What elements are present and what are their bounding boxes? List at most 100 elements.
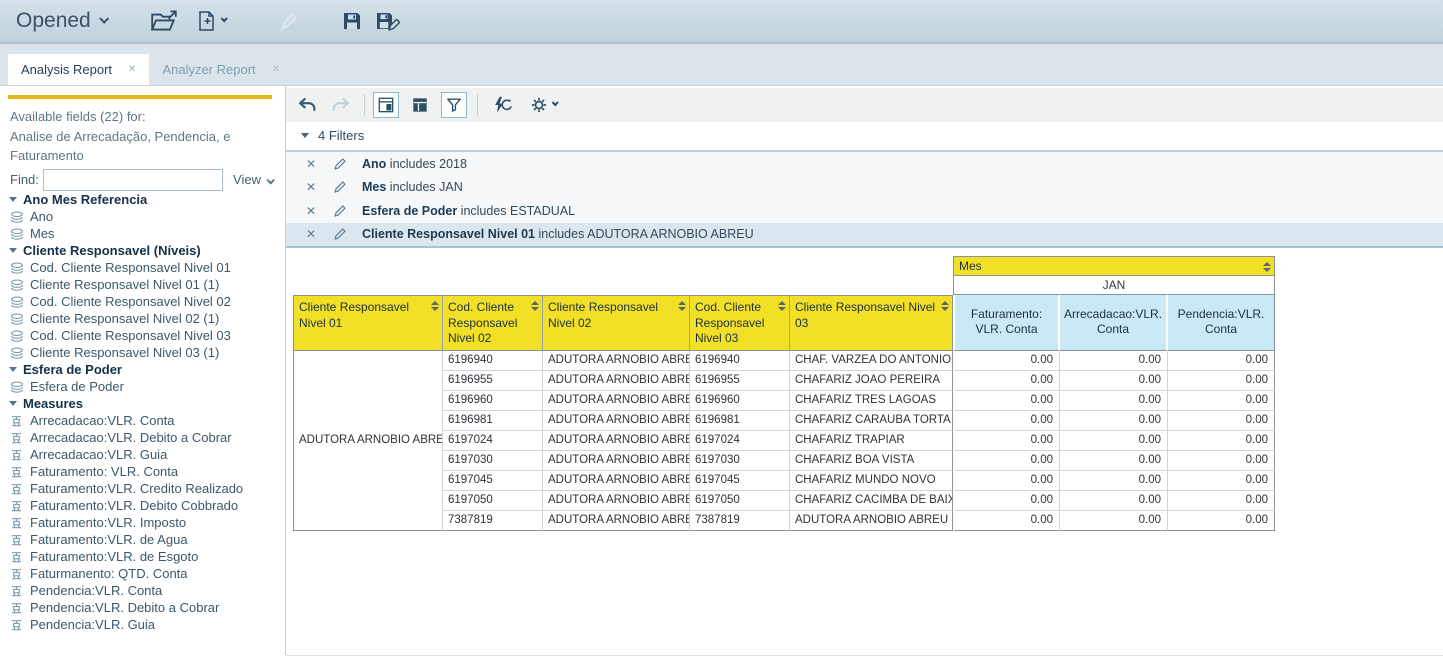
save-as-button[interactable] — [374, 7, 401, 35]
value-cell[interactable]: 0.00 — [1168, 351, 1275, 371]
show-layout-panel-button[interactable] — [407, 92, 433, 118]
member-cell[interactable]: ADUTORA ARNOBIO ABREU — [543, 471, 690, 491]
row-header-2[interactable]: Cliente Responsavel Nivel 02 — [543, 295, 690, 351]
member-cell[interactable]: 6196955 — [443, 371, 543, 391]
field-item[interactable]: Cliente Responsavel Nivel 01 (1) — [9, 276, 279, 293]
value-cell[interactable]: 0.00 — [953, 411, 1060, 431]
member-cell[interactable]: 6196955 — [690, 371, 790, 391]
field-item[interactable]: Esfera de Poder — [9, 378, 279, 395]
field-item[interactable]: Faturmanento: QTD. Conta — [9, 565, 279, 582]
field-item[interactable]: Cod. Cliente Responsavel Nivel 03 — [9, 327, 279, 344]
field-item[interactable]: Faturamento:VLR. Credito Realizado — [9, 480, 279, 497]
tab-analysis-report[interactable]: Analysis Report✕ — [8, 54, 149, 85]
column-member-cell[interactable]: JAN — [953, 276, 1275, 295]
filter-row[interactable]: ✕Ano includes 2018 — [286, 152, 1443, 176]
member-cell[interactable]: 6196940 — [443, 351, 543, 371]
column-dimension-header[interactable]: Mes — [953, 256, 1275, 276]
value-cell[interactable]: 0.00 — [953, 351, 1060, 371]
field-item[interactable]: Pendencia:VLR. Conta — [9, 582, 279, 599]
field-item[interactable]: Faturamento: VLR. Conta — [9, 463, 279, 480]
show-fields-panel-button[interactable] — [373, 92, 399, 118]
row-header-0[interactable]: Cliente Responsavel Nivel 01 — [293, 295, 443, 351]
value-cell[interactable]: 0.00 — [1060, 491, 1168, 511]
member-cell[interactable]: 6197045 — [690, 471, 790, 491]
field-item[interactable]: Faturamento:VLR. Imposto — [9, 514, 279, 531]
member-cell[interactable]: CHAFARIZ MUNDO NOVO — [790, 471, 953, 491]
sort-icon[interactable] — [941, 301, 949, 311]
member-cell[interactable]: CHAFARIZ CARAUBA TORTA — [790, 411, 953, 431]
value-cell[interactable]: 0.00 — [1168, 391, 1275, 411]
filter-row[interactable]: ✕Cliente Responsavel Nivel 01 includes A… — [286, 223, 1443, 247]
member-cell[interactable]: ADUTORA ARNOBIO ABREU — [543, 371, 690, 391]
field-item[interactable]: Arrecadacao:VLR. Guia — [9, 446, 279, 463]
value-cell[interactable]: 0.00 — [1168, 451, 1275, 471]
field-group-header[interactable]: Measures — [9, 395, 279, 412]
measure-header-1[interactable]: Arrecadacao:VLR. Conta — [1060, 295, 1168, 351]
edit-filter-icon[interactable] — [332, 156, 348, 172]
field-group-header[interactable]: Ano Mes Referencia — [9, 191, 279, 208]
member-cell[interactable]: CHAFARIZ TRES LAGOAS — [790, 391, 953, 411]
member-cell[interactable]: 7387819 — [443, 511, 543, 531]
measure-header-0[interactable]: Faturamento: VLR. Conta — [953, 295, 1060, 351]
remove-filter-icon[interactable]: ✕ — [306, 180, 320, 194]
field-item[interactable]: Arrecadacao:VLR. Debito a Cobrar — [9, 429, 279, 446]
edit-filter-icon[interactable] — [332, 226, 348, 242]
value-cell[interactable]: 0.00 — [1168, 411, 1275, 431]
value-cell[interactable]: 0.00 — [1060, 471, 1168, 491]
close-icon[interactable]: ✕ — [128, 64, 136, 75]
undo-button[interactable] — [294, 92, 320, 118]
member-cell[interactable]: CHAFARIZ TRAPIAR — [790, 431, 953, 451]
member-cell[interactable]: 6196960 — [443, 391, 543, 411]
field-item[interactable]: Faturamento:VLR. de Esgoto — [9, 548, 279, 565]
nivel01-member-cell[interactable]: ADUTORA ARNOBIO ABREU — [293, 351, 443, 531]
row-header-3[interactable]: Cod. Cliente Responsavel Nivel 03 — [690, 295, 790, 351]
value-cell[interactable]: 0.00 — [1060, 391, 1168, 411]
field-item[interactable]: Arrecadacao:VLR. Conta — [9, 412, 279, 429]
opened-menu-button[interactable]: Opened — [16, 9, 107, 33]
sort-icon[interactable] — [1263, 262, 1271, 272]
row-header-4[interactable]: Cliente Responsavel Nivel 03 — [790, 295, 953, 351]
member-cell[interactable]: 6197050 — [690, 491, 790, 511]
field-item[interactable]: Mes — [9, 225, 279, 242]
field-item[interactable]: Cod. Cliente Responsavel Nivel 02 — [9, 293, 279, 310]
value-cell[interactable]: 0.00 — [1168, 511, 1275, 531]
field-item[interactable]: Cliente Responsavel Nivel 03 (1) — [9, 344, 279, 361]
filters-header[interactable]: 4 Filters — [286, 122, 1443, 150]
field-item[interactable]: Pendencia:VLR. Debito a Cobrar — [9, 599, 279, 616]
field-group-header[interactable]: Cliente Responsavel (Níveis) — [9, 242, 279, 259]
close-icon[interactable]: ✕ — [272, 64, 280, 75]
member-cell[interactable]: 6197045 — [443, 471, 543, 491]
value-cell[interactable]: 0.00 — [953, 471, 1060, 491]
edit-filter-icon[interactable] — [332, 203, 348, 219]
field-item[interactable]: Cod. Cliente Responsavel Nivel 01 — [9, 259, 279, 276]
member-cell[interactable]: ADUTORA ARNOBIO ABREU — [543, 511, 690, 531]
auto-refresh-button[interactable] — [486, 92, 518, 118]
value-cell[interactable]: 0.00 — [953, 491, 1060, 511]
create-new-button[interactable] — [195, 7, 226, 35]
view-dropdown-button[interactable]: View — [233, 172, 273, 187]
settings-button[interactable] — [526, 92, 560, 118]
member-cell[interactable]: 7387819 — [690, 511, 790, 531]
remove-filter-icon[interactable]: ✕ — [306, 227, 320, 241]
member-cell[interactable]: ADUTORA ARNOBIO ABREU — [543, 391, 690, 411]
remove-filter-icon[interactable]: ✕ — [306, 204, 320, 218]
value-cell[interactable]: 0.00 — [1060, 431, 1168, 451]
find-input[interactable] — [43, 169, 223, 191]
save-button[interactable] — [340, 7, 364, 35]
field-item[interactable]: Faturamento:VLR. de Agua — [9, 531, 279, 548]
sort-icon[interactable] — [678, 301, 686, 311]
field-group-header[interactable]: Esfera de Poder — [9, 361, 279, 378]
value-cell[interactable]: 0.00 — [953, 451, 1060, 471]
value-cell[interactable]: 0.00 — [1060, 371, 1168, 391]
value-cell[interactable]: 0.00 — [1060, 351, 1168, 371]
row-header-1[interactable]: Cod. Cliente Responsavel Nivel 02 — [443, 295, 543, 351]
value-cell[interactable]: 0.00 — [1168, 491, 1275, 511]
filter-row[interactable]: ✕Esfera de Poder includes ESTADUAL — [286, 199, 1443, 223]
member-cell[interactable]: 6197030 — [690, 451, 790, 471]
value-cell[interactable]: 0.00 — [953, 391, 1060, 411]
field-item[interactable]: Pendencia:VLR. Guia — [9, 616, 279, 633]
field-item[interactable]: Faturamento:VLR. Debito Cobbrado — [9, 497, 279, 514]
value-cell[interactable]: 0.00 — [953, 431, 1060, 451]
member-cell[interactable]: ADUTORA ARNOBIO ABREU — [543, 491, 690, 511]
member-cell[interactable]: ADUTORA ARNOBIO ABREU — [543, 431, 690, 451]
